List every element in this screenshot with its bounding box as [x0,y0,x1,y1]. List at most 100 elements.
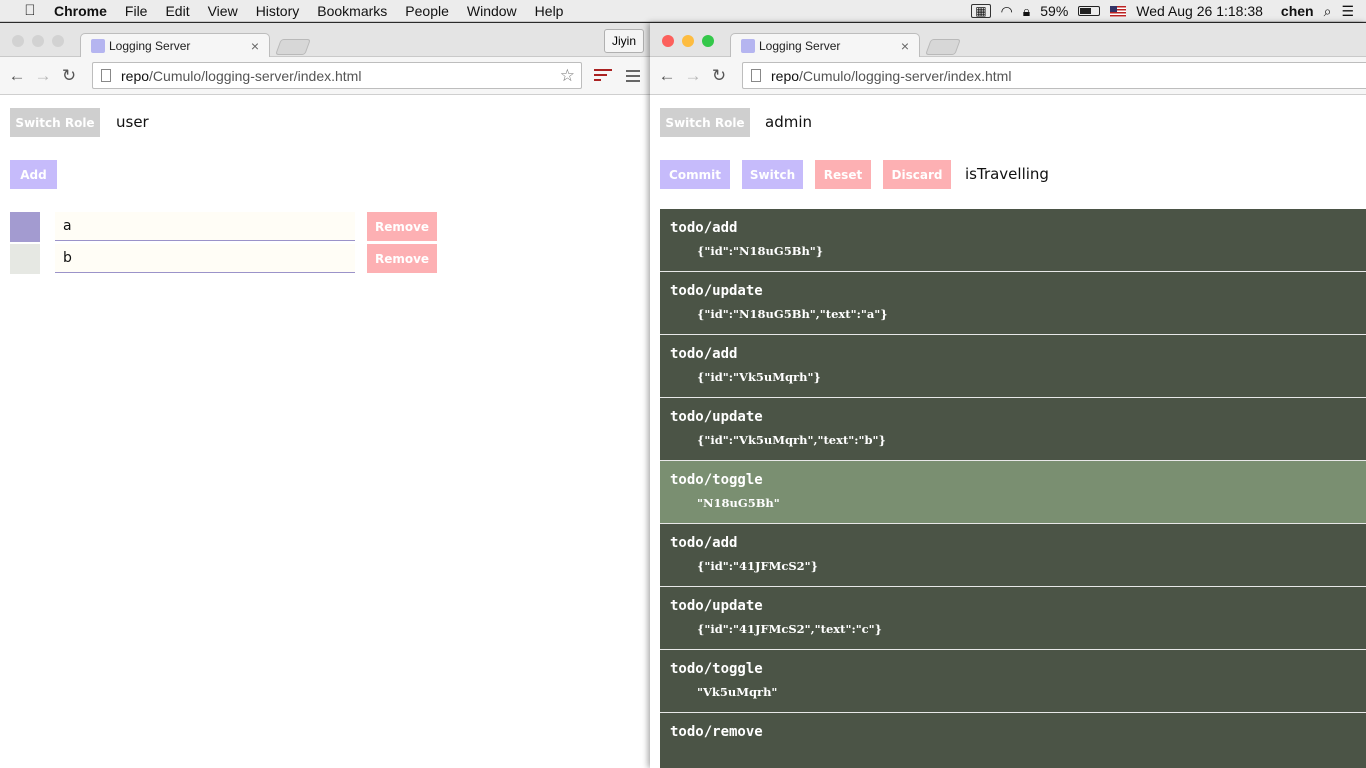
menu-history[interactable]: History [256,3,300,19]
tab-title: Logging Server [109,39,191,53]
log-entry-type: todo/add [670,535,738,551]
clock[interactable]: Wed Aug 26 1:18:38 [1136,3,1263,19]
discard-button[interactable]: Discard [883,160,951,189]
forward-icon[interactable]: → [30,66,56,86]
menu-help[interactable]: Help [535,3,564,19]
back-icon[interactable]: ← [4,66,30,86]
zoom-window-button[interactable] [52,35,64,47]
log-entry-type: todo/remove [670,724,763,740]
log-entry[interactable]: todo/toggle "Vk5uMqrh" [660,650,1366,713]
todo-text-input[interactable] [55,212,355,241]
tab-strip: Logging Server × [650,23,1366,58]
remove-button[interactable]: Remove [367,212,437,241]
browser-window-left: Logging Server × Jiyin ← → ↻ repo/Cumulo… [0,23,650,768]
menu-view[interactable]: View [208,3,238,19]
log-entry[interactable]: todo/toggle "N18uG5Bh" [660,461,1366,524]
commit-button[interactable]: Commit [660,160,730,189]
log-entry-type: todo/toggle [670,661,763,677]
close-tab-icon[interactable]: × [901,38,909,54]
user-name[interactable]: chen [1281,3,1314,19]
switch-role-button[interactable]: Switch Role [10,108,100,137]
address-bar[interactable]: repo/Cumulo/logging-server/index.html [742,62,1366,89]
log-entry[interactable]: todo/update {"id":"41JFMcS2","text":"c"} [660,587,1366,650]
reset-button[interactable]: Reset [815,160,871,189]
switch-role-button[interactable]: Switch Role [660,108,750,137]
close-tab-icon[interactable]: × [251,38,259,54]
remove-button[interactable]: Remove [367,244,437,273]
tab-title: Logging Server [759,39,841,53]
todo-row: Remove [10,212,440,242]
menu-edit[interactable]: Edit [165,3,189,19]
menu-bar:  Chrome File Edit View History Bookmark… [0,0,1366,22]
log-entry-type: todo/update [670,283,763,299]
lock-icon[interactable]: 🔒︎ [1023,3,1030,20]
page-icon [101,69,111,82]
log-entry[interactable]: todo/add {"id":"Vk5uMqrh"} [660,335,1366,398]
menu-people[interactable]: People [405,3,449,19]
switch-button[interactable]: Switch [742,160,803,189]
wifi-icon[interactable]: ◠ [1001,3,1013,20]
travelling-status: isTravelling [965,165,1049,183]
menu-bookmarks[interactable]: Bookmarks [317,3,387,19]
page-content: Switch Role user Add Remove Remove [0,96,650,768]
log-entry-payload: {"id":"N18uG5Bh"} [697,244,824,258]
spotlight-search-icon[interactable]: ⌕ [1324,3,1332,20]
page-icon [751,69,761,82]
log-entry-type: todo/update [670,409,763,425]
log-entry[interactable]: todo/remove [660,713,1366,768]
zoom-window-button[interactable] [702,35,714,47]
new-tab-button[interactable] [925,39,961,55]
address-bar[interactable]: repo/Cumulo/logging-server/index.html ☆ [92,62,582,89]
new-tab-button[interactable] [275,39,311,55]
log-entry-payload: {"id":"N18uG5Bh","text":"a"} [697,307,888,321]
log-entry[interactable]: todo/update {"id":"N18uG5Bh","text":"a"} [660,272,1366,335]
add-button[interactable]: Add [10,160,57,189]
log-entry[interactable]: todo/add {"id":"N18uG5Bh"} [660,209,1366,272]
bookmark-star-icon[interactable]: ☆ [560,66,575,86]
chrome-menu-icon[interactable] [626,70,640,85]
log-entry-payload: {"id":"Vk5uMqrh"} [697,370,821,384]
log-entry-payload: {"id":"41JFMcS2","text":"c"} [697,622,883,636]
reload-icon[interactable]: ↻ [56,66,82,86]
menu-app-chrome[interactable]: Chrome [54,3,107,19]
battery-icon[interactable] [1078,6,1101,16]
menu-window[interactable]: Window [467,3,517,19]
apple-icon[interactable]:  [20,2,40,19]
log-entry-payload: "Vk5uMqrh" [697,685,778,699]
action-log-list: todo/add {"id":"N18uG5Bh"} todo/update {"id… [660,209,1366,768]
notification-center-icon[interactable]: ☰ [1341,3,1354,20]
reload-icon[interactable]: ↻ [706,66,732,86]
log-entry-type: todo/toggle [670,472,763,488]
toggle-swatch[interactable] [10,244,40,274]
todo-text-input[interactable] [55,244,355,273]
close-window-button[interactable] [12,35,24,47]
url-path: /Cumulo/logging-server/index.html [799,67,1012,84]
role-label: admin [765,113,812,131]
todo-row: Remove [10,244,440,274]
us-flag-icon[interactable] [1110,5,1127,17]
minimize-window-button[interactable] [682,35,694,47]
battery-percent[interactable]: 59% [1040,3,1068,19]
url-host: repo [771,67,800,84]
profile-button[interactable]: Jiyin [603,29,644,53]
log-entry-payload: "N18uG5Bh" [697,496,780,510]
keyboard-icon[interactable]: ▦ [971,4,991,18]
back-icon[interactable]: ← [654,66,680,86]
browser-toolbar: ← → ↻ repo/Cumulo/logging-server/index.h… [0,57,650,95]
log-entry[interactable]: todo/update {"id":"Vk5uMqrh","text":"b"} [660,398,1366,461]
minimize-window-button[interactable] [32,35,44,47]
role-label: user [116,113,149,131]
tab-strip: Logging Server × Jiyin [0,23,650,58]
toggle-swatch[interactable] [10,212,40,242]
log-entry[interactable]: todo/add {"id":"41JFMcS2"} [660,524,1366,587]
extension-icon[interactable] [594,66,612,84]
tab-logging-server[interactable]: Logging Server × [730,33,920,58]
log-entry-type: todo/add [670,220,738,236]
menu-file[interactable]: File [125,3,148,19]
url-path: /Cumulo/logging-server/index.html [149,67,362,84]
close-window-button[interactable] [662,35,674,47]
page-content: Switch Role admin Commit Switch Reset Di… [650,96,1366,768]
forward-icon[interactable]: → [680,66,706,86]
url-host: repo [121,67,150,84]
tab-logging-server[interactable]: Logging Server × [80,33,270,58]
